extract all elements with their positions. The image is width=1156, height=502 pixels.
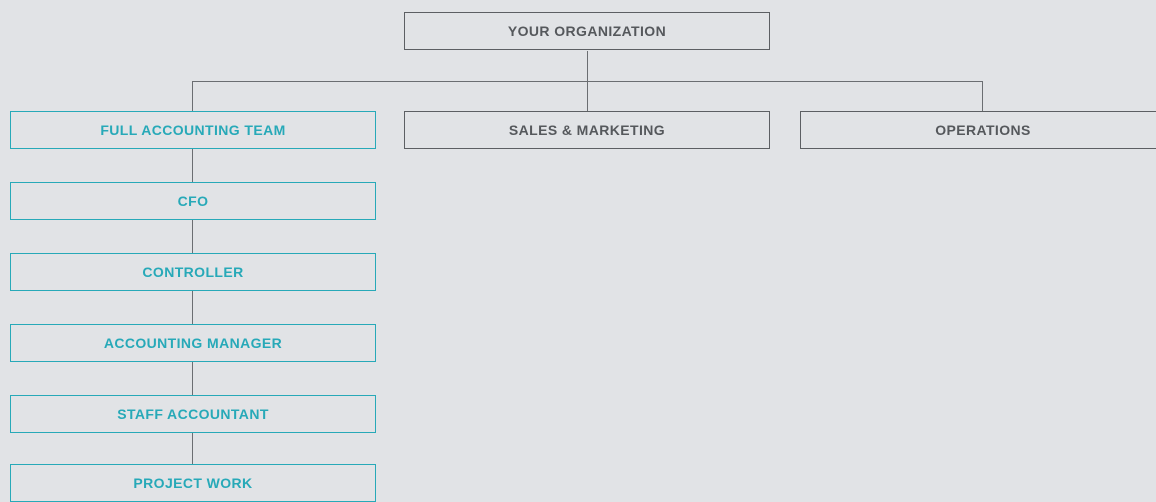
org-node-label: STAFF ACCOUNTANT (117, 406, 269, 422)
org-node-label: ACCOUNTING MANAGER (103, 335, 283, 351)
org-node-label: PROJECT WORK (133, 475, 253, 491)
connector-to-operations (982, 81, 983, 112)
connector-cfo-controller (192, 220, 193, 254)
org-node-cfo: CFO (10, 182, 376, 220)
org-node-accounting-manager: ACCOUNTING MANAGER (10, 324, 376, 362)
connector-staff-project (192, 433, 193, 465)
org-node-label: FULL ACCOUNTING TEAM (100, 122, 286, 138)
org-node-staff-accountant: STAFF ACCOUNTANT (10, 395, 376, 433)
org-node-label: CFO (177, 193, 209, 209)
connector-to-accounting (192, 81, 193, 112)
org-node-label: SALES & MARKETING (508, 122, 666, 138)
org-node-root: YOUR ORGANIZATION (404, 12, 770, 50)
org-node-sales-marketing: SALES & MARKETING (404, 111, 770, 149)
connector-to-sales (587, 81, 588, 112)
org-node-full-accounting-team: FULL ACCOUNTING TEAM (10, 111, 376, 149)
org-node-label: CONTROLLER (142, 264, 244, 280)
connector-root-down (587, 51, 588, 82)
org-node-operations: OPERATIONS (800, 111, 1156, 149)
org-node-label: YOUR ORGANIZATION (507, 23, 667, 39)
connector-controller-manager (192, 291, 193, 325)
connector-accounting-cfo (192, 149, 193, 183)
org-node-controller: CONTROLLER (10, 253, 376, 291)
org-chart: YOUR ORGANIZATION FULL ACCOUNTING TEAM S… (0, 0, 1156, 502)
org-node-project-work: PROJECT WORK (10, 464, 376, 502)
connector-manager-staff (192, 362, 193, 396)
org-node-label: OPERATIONS (935, 122, 1031, 138)
